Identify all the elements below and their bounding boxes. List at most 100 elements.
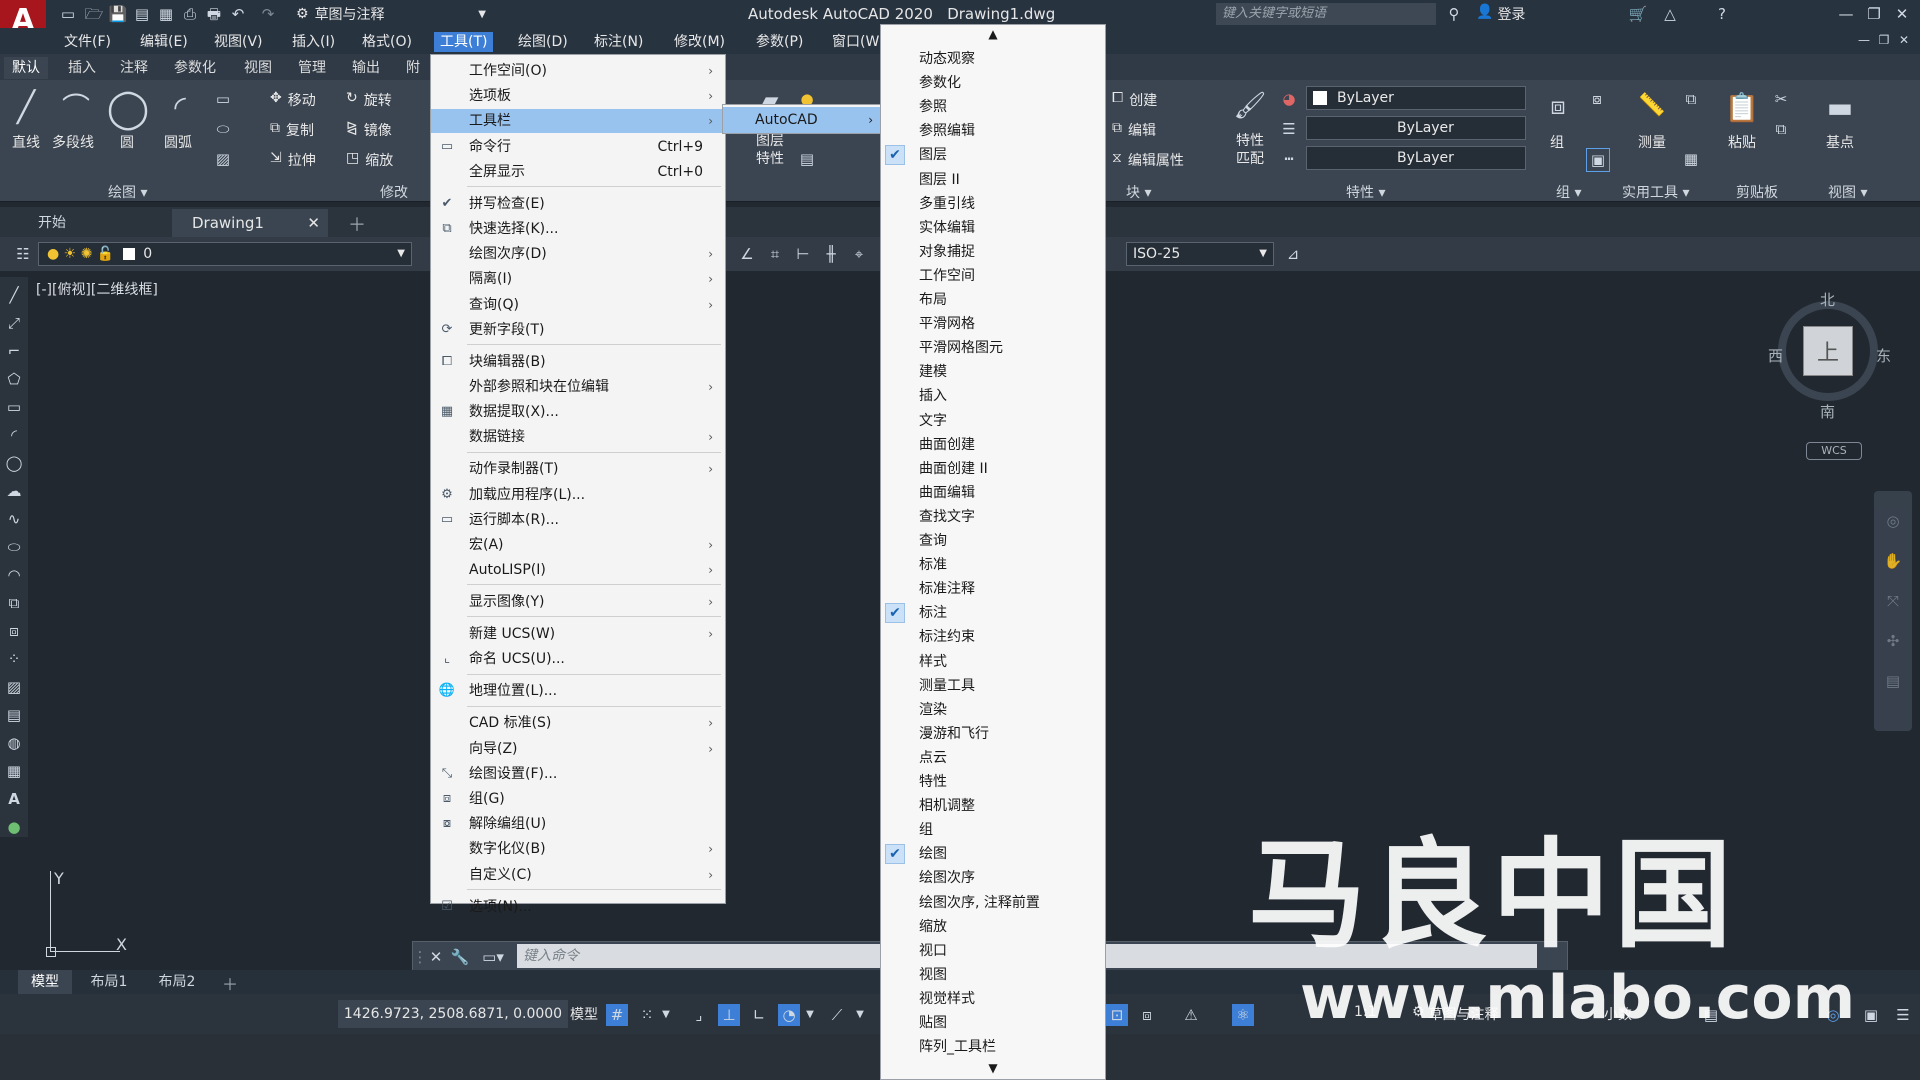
search-input[interactable]: 键入关键字或短语 [1216, 3, 1436, 25]
model-space-toggle[interactable]: 模型 [570, 1004, 598, 1024]
point-icon[interactable]: ⁘ [4, 649, 24, 669]
revcloud-icon[interactable]: ☁ [4, 481, 24, 501]
toolbar-list-item[interactable]: 曲面创建 [881, 433, 1105, 457]
tools-menu-item-25[interactable]: 向导(Z) › [431, 737, 725, 761]
toolbar-list-item[interactable]: 布局 [881, 288, 1105, 312]
circle-tool-label[interactable]: 圆 [120, 132, 134, 152]
workspace-dropdown[interactable]: ⚙ 草图与注释 ▼ [296, 4, 486, 24]
redo-icon[interactable]: ↷ [258, 4, 278, 24]
measure-icon[interactable]: 📏 [1632, 88, 1672, 124]
toolbar-list-item[interactable]: 参照 [881, 95, 1105, 119]
construction-line-icon[interactable]: ⤢ [4, 313, 24, 333]
toolbar-list-item[interactable]: 对象捕捉 [881, 240, 1105, 264]
tab-output[interactable]: 输出 [344, 57, 388, 79]
cut-icon[interactable]: ✂ [1770, 88, 1792, 110]
rectangle-tool-icon[interactable]: ▭ [212, 88, 234, 110]
new-file-icon[interactable]: ▭ [58, 4, 78, 24]
toolbar-list-item[interactable]: 渲染 [881, 698, 1105, 722]
isodraft-icon[interactable]: ⟋ [826, 1004, 848, 1026]
dim-tolerance-icon[interactable]: ⌖ [848, 243, 870, 265]
panel-modify[interactable]: 修改 [380, 182, 408, 202]
toolbar-list-item[interactable]: 参数化 [881, 71, 1105, 95]
toolbar-list-item[interactable]: 特性 [881, 770, 1105, 794]
panel-view[interactable]: 视图 ▾ [1828, 182, 1867, 202]
osnap-tracking-icon[interactable]: ⊡ [1106, 1004, 1128, 1026]
submenu-item-autocad[interactable]: AutoCAD › [723, 107, 881, 133]
panel-utilities[interactable]: 实用工具 ▾ [1622, 182, 1689, 202]
dim-baseline-icon[interactable]: ⌗ [764, 243, 786, 265]
tools-menu-item-26[interactable]: ⤡ 绘图设置(F)... [431, 762, 725, 786]
grid-icon[interactable]: # [606, 1004, 628, 1026]
toolbar-list-item[interactable]: 视图 [881, 963, 1105, 987]
polyline-tool-icon[interactable]: ⌒ [56, 88, 96, 128]
tools-menu-item-1[interactable]: 选项板 › [431, 84, 725, 108]
binoculars-icon[interactable]: ⚲ [1444, 4, 1464, 24]
viewcube-north[interactable]: 北 [1820, 289, 1835, 310]
mirror-tool[interactable]: ⧎ 镜像 [346, 120, 392, 140]
tab-insert[interactable]: 插入 [60, 57, 104, 79]
viewport-controls[interactable]: [-][俯视][二维线框] [36, 279, 158, 299]
infer-constraints-icon[interactable]: ⌟ [688, 1004, 710, 1026]
undo-icon[interactable]: ↶ [228, 4, 248, 24]
tools-menu-item-15[interactable]: 动作录制器(T) › [431, 457, 725, 481]
steering-wheel-icon[interactable]: ◎ [1883, 511, 1903, 531]
fullscreen-icon[interactable]: ▣ [1860, 1004, 1882, 1026]
toolbar-list-item[interactable]: 插入 [881, 384, 1105, 408]
linetype-icon[interactable]: ┅ [1278, 148, 1300, 170]
ellipse-icon[interactable]: ⬭ [4, 537, 24, 557]
menu-modify[interactable]: 修改(M) [668, 32, 731, 52]
toolbar-list-item[interactable]: 相机调整 [881, 794, 1105, 818]
menu-view[interactable]: 视图(V) [208, 32, 269, 52]
doc-close-icon[interactable]: ✕ [1896, 32, 1912, 48]
chevron-down-icon[interactable]: ▼ [854, 1004, 866, 1026]
tools-menu-item-18[interactable]: 宏(A) › [431, 533, 725, 557]
toolbar-list-item[interactable]: 阵列_工具栏 [881, 1035, 1105, 1059]
menu-parametric[interactable]: 参数(P) [750, 32, 809, 52]
layer-tools-icon[interactable]: ▤ [796, 148, 818, 170]
menu-file[interactable]: 文件(F) [58, 32, 117, 52]
coordinates-readout[interactable]: 1426.9723, 2508.6871, 0.0000 [338, 1000, 568, 1028]
paste-tool-label[interactable]: 粘贴 [1728, 132, 1756, 152]
save-as-icon[interactable]: ▤ [132, 4, 152, 24]
toolbar-list-item[interactable]: 贴图 [881, 1011, 1105, 1035]
dimstyle-manager-icon[interactable]: ⊿ [1282, 243, 1304, 265]
toolbar-list-item[interactable]: 查找文字 [881, 505, 1105, 529]
tools-menu-item-31[interactable]: ☑ 选项(N)... [431, 895, 725, 919]
tools-menu-item-6[interactable]: ⧉ 快速选择(K)... [431, 217, 725, 241]
tab-layout1[interactable]: 布局1 [82, 970, 136, 994]
tools-menu-item-30[interactable]: 自定义(C) › [431, 863, 725, 887]
copy-tool[interactable]: ⧉ 复制 [270, 120, 314, 140]
toolbar-list-item[interactable]: 平滑网格图元 [881, 336, 1105, 360]
circle-icon[interactable]: ◯ [4, 453, 24, 473]
mtext-icon[interactable]: A [4, 789, 24, 809]
rotate-tool[interactable]: ↻ 旋转 [346, 90, 392, 110]
tools-menu-item-24[interactable]: CAD 标准(S) › [431, 711, 725, 735]
color-wheel-icon[interactable]: ◕ [1278, 88, 1300, 110]
menu-draw[interactable]: 绘图(D) [512, 32, 574, 52]
a360-icon[interactable]: △ [1660, 4, 1680, 24]
tools-menu-item-22[interactable]: ⌞ 命名 UCS(U)... [431, 647, 725, 671]
tools-menu-item-13[interactable]: ▦ 数据提取(X)... [431, 400, 725, 424]
copy-clip-icon[interactable]: ⧉ [1770, 118, 1792, 140]
toolbar-list-item[interactable]: 动态观察 [881, 47, 1105, 71]
dimstyle-dropdown[interactable]: ISO-25 ▼ [1126, 242, 1274, 266]
add-layout-icon[interactable]: ＋ [222, 971, 238, 995]
toolbar-list-item[interactable]: 点云 [881, 746, 1105, 770]
viewcube-south[interactable]: 南 [1820, 401, 1835, 422]
publish-icon[interactable]: ▦ [156, 4, 176, 24]
edit-attributes-tool[interactable]: ⧖ 编辑属性 [1112, 150, 1184, 170]
close-cmdline-icon[interactable]: ✕ [427, 947, 445, 967]
linetype-dropdown[interactable]: ByLayer [1306, 116, 1526, 140]
toolbar-list-item[interactable]: ✔ 图层 [881, 143, 1105, 167]
match-properties-label[interactable]: 特性匹配 [1236, 132, 1266, 168]
toolbar-list-item[interactable]: 视口 [881, 939, 1105, 963]
showmotion-icon[interactable]: ▤ [1883, 671, 1903, 691]
paste-icon[interactable]: 📋 [1722, 88, 1762, 128]
polyline-icon[interactable]: ⌐ [4, 341, 24, 361]
tools-menu-item-28[interactable]: ⧇ 解除编组(U) [431, 812, 725, 836]
group-tool-label[interactable]: 组 [1550, 132, 1564, 152]
region-icon[interactable]: ◍ [4, 733, 24, 753]
group-select-icon[interactable]: ▣ [1586, 148, 1610, 172]
wcs-menu[interactable]: WCS [1806, 442, 1862, 460]
grip-icon[interactable]: ⋮ [413, 947, 428, 967]
